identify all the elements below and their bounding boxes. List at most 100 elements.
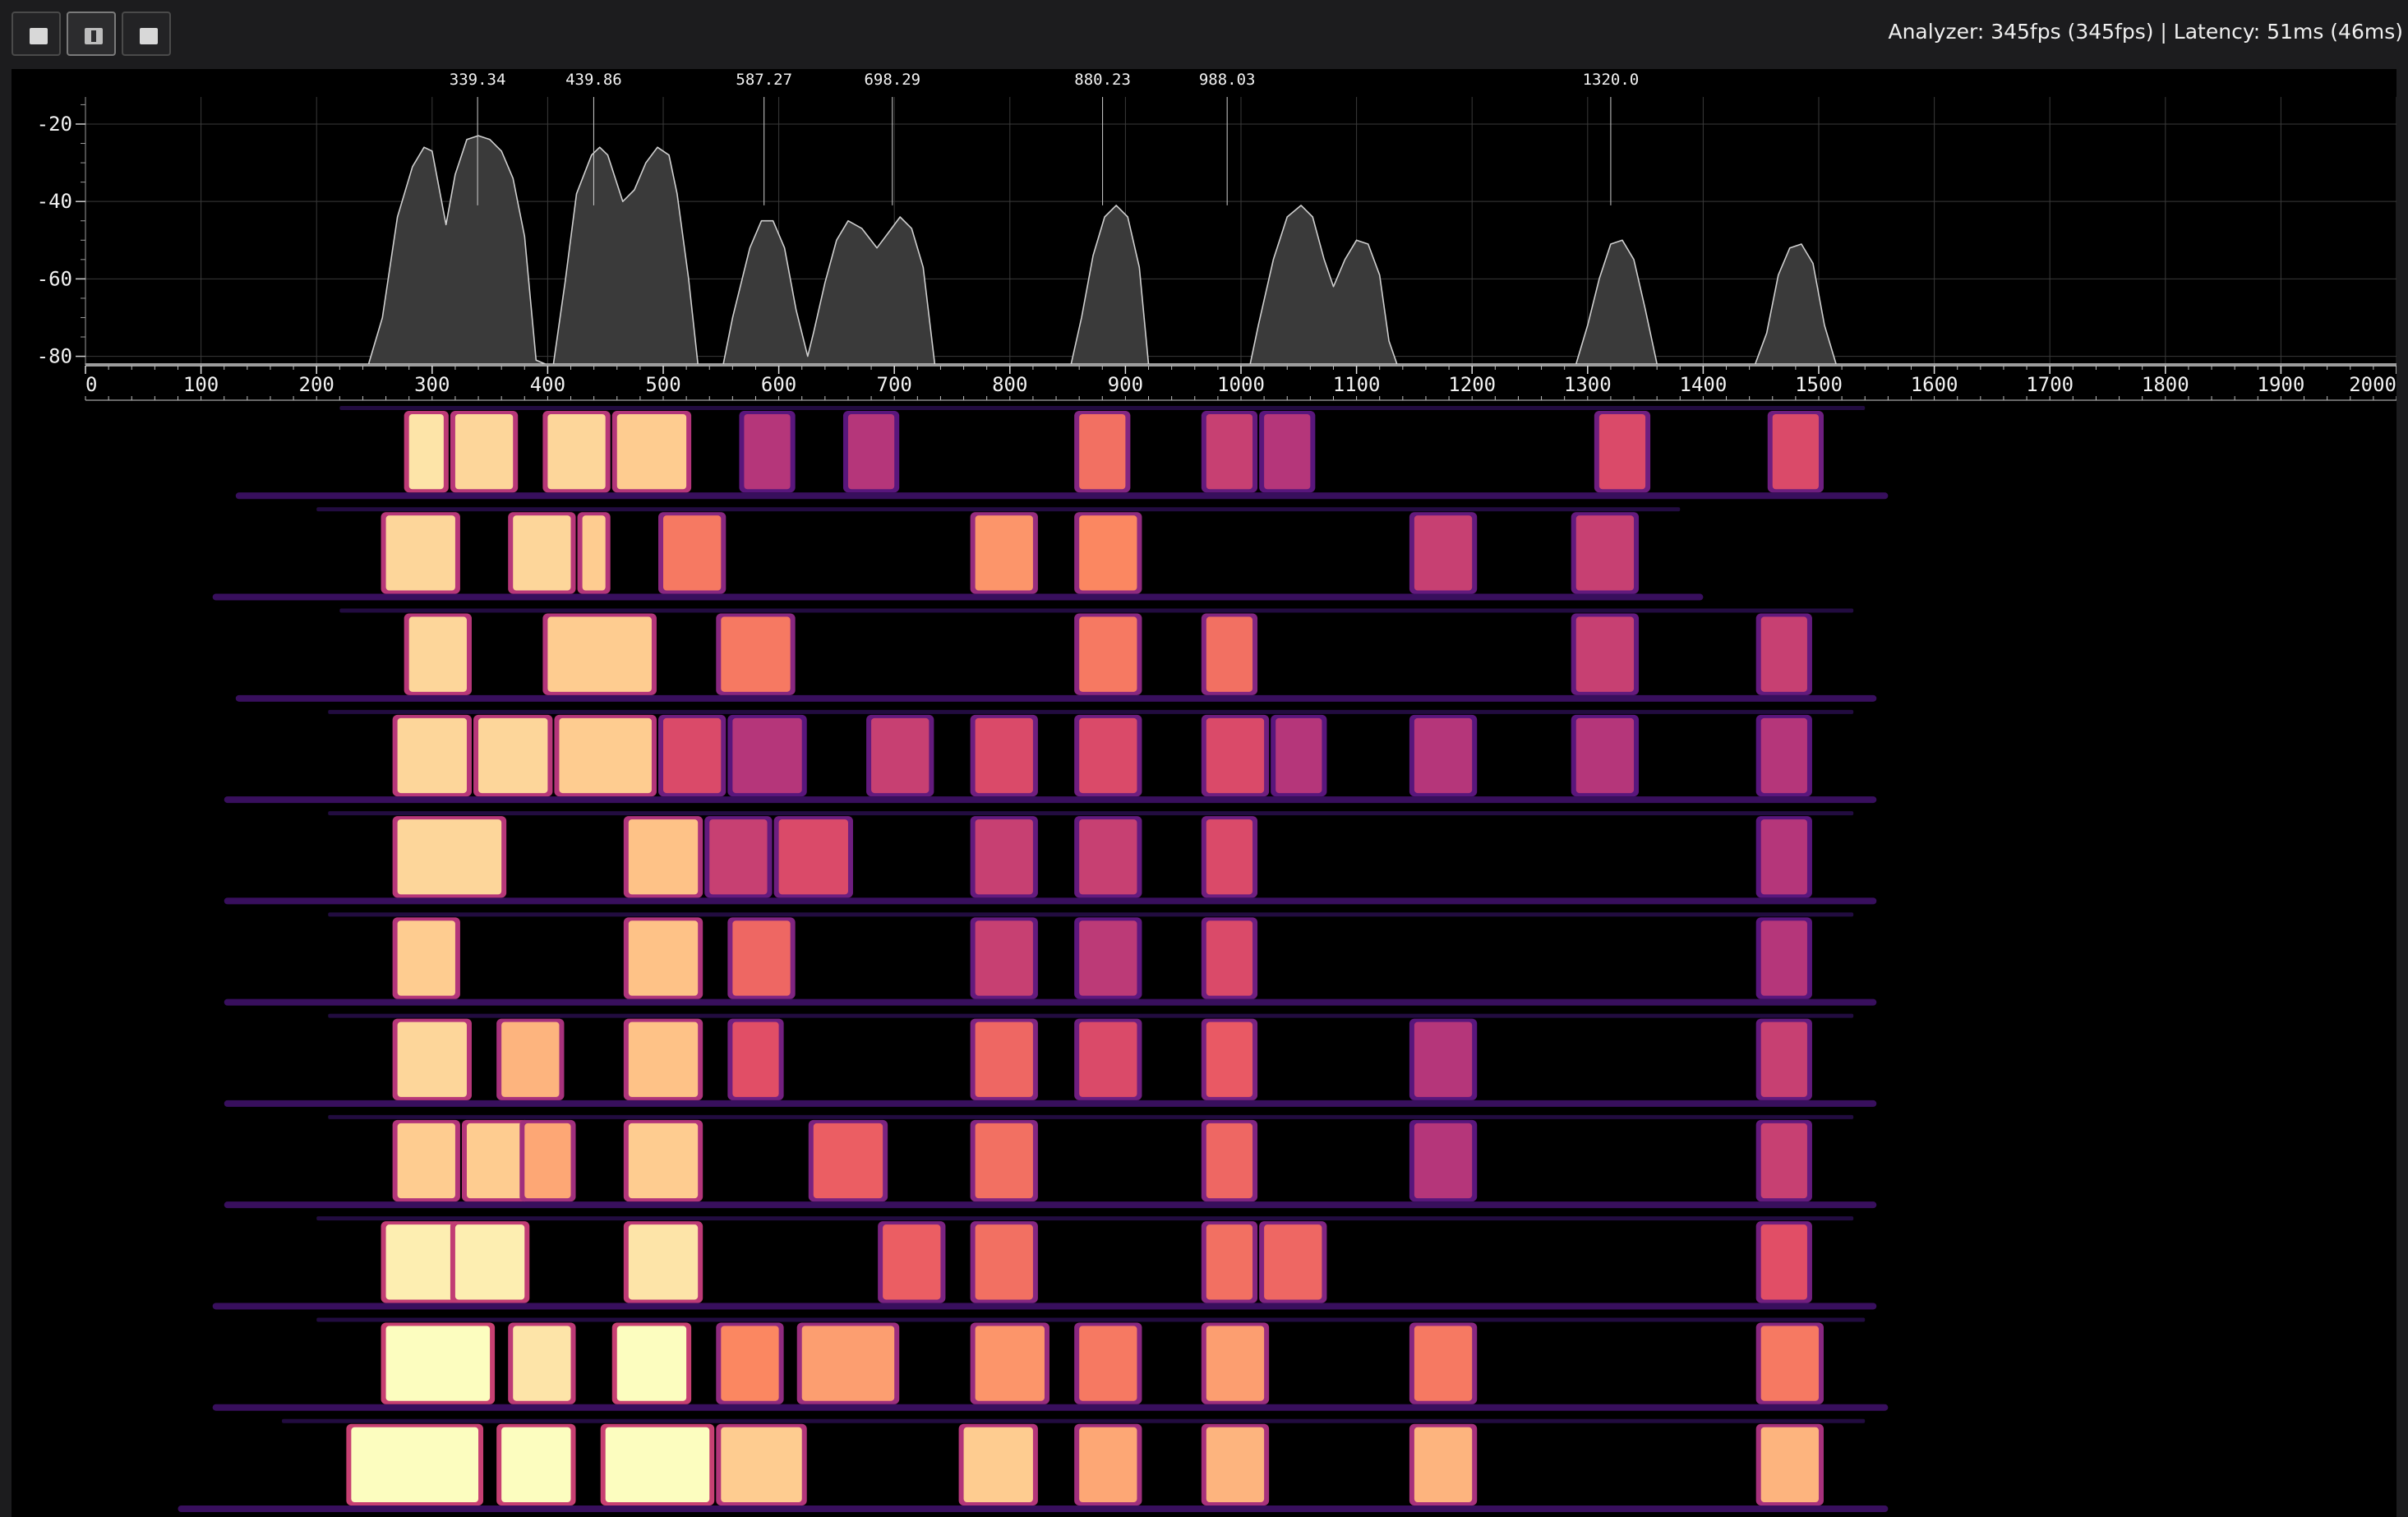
spectrogram-cell [351, 1427, 479, 1502]
spectrogram-cell [975, 819, 1033, 895]
x-tick-label: 1500 [1795, 373, 1843, 396]
spectrogram-cell [732, 717, 802, 794]
spectrogram-cell [385, 1326, 491, 1401]
spectrogram-cell [466, 1123, 525, 1199]
spectrogram-band [212, 593, 1704, 601]
spectrum-chart: 339.34 439.86 587.27 698.29 880.23 988.03 1320… [37, 71, 2396, 1512]
spectrogram-cell [547, 414, 606, 490]
spectrogram-cell [1414, 1021, 1473, 1097]
spectrogram-cell [1772, 414, 1819, 490]
layout-button-2[interactable] [67, 12, 116, 56]
spectrogram-cell [397, 819, 502, 895]
spectrogram-band [235, 694, 1877, 702]
layout-button-1[interactable] [12, 12, 61, 56]
spectrogram-cell [1575, 616, 1635, 692]
spectrogram-cell [1264, 1224, 1322, 1300]
spectrogram-band [212, 1404, 1889, 1411]
x-tick-label: 800 [992, 373, 1027, 396]
y-tick-label: -80 [37, 345, 72, 368]
spectrogram-cell [1079, 1326, 1137, 1401]
spectrogram-cell [1206, 1123, 1253, 1199]
spectrogram-band-top [328, 1013, 1854, 1018]
spectrogram-cell [559, 717, 652, 794]
spectrogram-cell [1079, 1021, 1137, 1097]
spectrogram-band-top [316, 507, 1681, 512]
spectrogram-cell [1206, 616, 1253, 692]
spectrogram-cell [385, 1224, 455, 1300]
spectrogram-cell [975, 1224, 1033, 1300]
spectrogram-cell [975, 1123, 1033, 1199]
y-tick-label: -20 [37, 113, 72, 136]
spectrogram-cell [1760, 1326, 1819, 1401]
spectrogram-cell [628, 1123, 699, 1199]
x-tick-label: 300 [414, 373, 450, 396]
x-tick-label: 1100 [1333, 373, 1381, 396]
x-tick-label: 400 [530, 373, 565, 396]
spectrogram-cell [721, 616, 791, 692]
peak-label: 339.34 [450, 71, 506, 89]
spectrogram-cell [1760, 616, 1807, 692]
x-tick-label: 1000 [1217, 373, 1265, 396]
spectrogram-cell [963, 1427, 1033, 1502]
spectrogram-cell [1079, 920, 1137, 996]
peak-label: 587.27 [736, 71, 792, 89]
spectrogram-cell [628, 1224, 699, 1300]
spectrogram-cell [663, 717, 722, 794]
spectrogram-cell [1575, 717, 1635, 794]
x-tick-label: 1800 [2142, 373, 2189, 396]
layout-button-3[interactable] [122, 12, 171, 56]
spectrogram-band-top [328, 709, 1854, 714]
spectrogram-cell [1079, 616, 1137, 692]
x-tick-label: 500 [645, 373, 680, 396]
spectrogram-cell [513, 515, 571, 591]
spectrogram-cell [628, 920, 699, 996]
spectrogram-cell [1206, 1021, 1253, 1097]
spectrogram-band-top [339, 608, 1854, 613]
spectrogram-cell [1760, 920, 1807, 996]
peak-label: 1320.0 [1583, 71, 1640, 89]
spectrogram-cell [721, 1326, 779, 1401]
spectrogram-cell [628, 1021, 699, 1097]
spectrogram-cell [1760, 819, 1807, 895]
spectrogram-cell [408, 616, 467, 692]
spectrogram-cell [1414, 1123, 1473, 1199]
spectrogram-cell [397, 920, 455, 996]
spectrogram-cell [847, 414, 895, 490]
spectrogram-cell [1206, 414, 1253, 490]
split-square-icon [85, 28, 103, 44]
analyzer-view[interactable]: 339.34 439.86 587.27 698.29 880.23 988.03 1320… [12, 69, 2396, 1517]
x-tick-label: 1200 [1448, 373, 1496, 396]
spectrogram-band [235, 492, 1889, 500]
spectrogram-cell [975, 920, 1033, 996]
spectrogram-cell [1079, 515, 1137, 591]
spectrogram-cell [547, 616, 652, 692]
spectrogram-band [224, 796, 1877, 804]
spectrogram-cell [732, 1021, 779, 1097]
spectrogram-band [224, 998, 1877, 1006]
x-tick-label: 1900 [2258, 373, 2305, 396]
spectrogram-band [224, 897, 1877, 905]
spectrogram-cell [1760, 1427, 1819, 1502]
x-tick-label: 0 [85, 373, 97, 396]
spectrogram-cell [871, 717, 930, 794]
x-tick-label: 200 [299, 373, 334, 396]
spectrogram-cell [454, 414, 514, 490]
spectrogram-cell [397, 1021, 467, 1097]
peak-label: 698.29 [864, 71, 920, 89]
x-tick-label: 100 [183, 373, 219, 396]
spectrogram-cell [709, 819, 768, 895]
analyzer-status: Analyzer: 345fps (345fps) | Latency: 51m… [1888, 20, 2403, 44]
x-tick-label: 700 [877, 373, 912, 396]
x-tick-label: 1400 [1680, 373, 1728, 396]
spectrogram-cell [1575, 515, 1635, 591]
spectrogram-cell [1206, 1427, 1265, 1502]
x-tick-label: 1700 [2026, 373, 2074, 396]
peak-label: 880.23 [1074, 71, 1131, 89]
spectrogram-cell [605, 1427, 710, 1502]
spectrogram-cell [801, 1326, 895, 1401]
spectrogram-cell [501, 1021, 560, 1097]
spectrogram-cell [1206, 819, 1253, 895]
spectrogram-band [224, 1100, 1877, 1107]
spectrogram-band-top [339, 406, 1866, 410]
spectrogram-cell [1079, 414, 1126, 490]
